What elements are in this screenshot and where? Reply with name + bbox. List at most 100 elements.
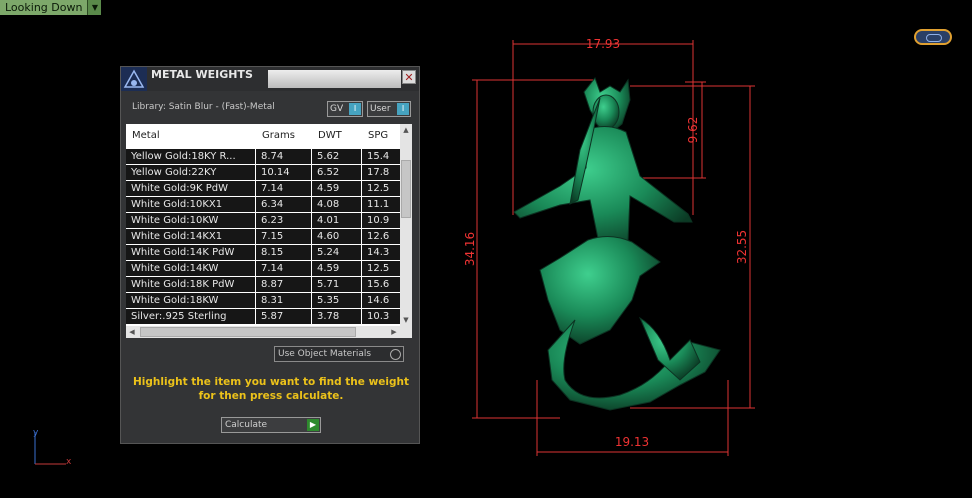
table-cell: White Gold:10KW	[126, 213, 255, 228]
use-object-materials-toggle[interactable]: Use Object Materials	[274, 346, 404, 362]
panel-title: METAL WEIGHTS	[151, 68, 253, 81]
dimension-upper-right: 9.62	[686, 117, 700, 144]
table-cell: 5.71	[312, 277, 361, 292]
toggle-user-label: User	[370, 104, 391, 114]
table-cell: Yellow Gold:22KY	[126, 165, 255, 180]
table-cell: 4.59	[312, 181, 361, 196]
table-row[interactable]: White Gold:14K PdW 8.15 5.24 14.3	[126, 245, 402, 261]
table-cell: 5.87	[256, 309, 311, 324]
table-cell: 8.87	[256, 277, 311, 292]
use-object-materials-label: Use Object Materials	[278, 349, 372, 359]
metal-weights-panel: METAL WEIGHTS ✕ Library: Satin Blur - (F…	[120, 66, 420, 444]
scroll-left-icon[interactable]: ◀	[126, 326, 138, 338]
title-bar[interactable]	[268, 70, 401, 88]
table-row[interactable]: Yellow Gold:18KY R... 8.74 5.62 15.4	[126, 149, 402, 165]
table-cell: 15.6	[362, 277, 402, 292]
toggle-knob-icon: I	[349, 103, 361, 115]
table-cell: 5.24	[312, 245, 361, 260]
table-cell: 8.74	[256, 149, 311, 164]
table-cell: 14.6	[362, 293, 402, 308]
table-cell: 10.9	[362, 213, 402, 228]
toggle-gv[interactable]: GV I	[327, 101, 363, 117]
table-cell: 4.01	[312, 213, 361, 228]
calculate-label: Calculate	[225, 420, 268, 430]
calculate-button[interactable]: Calculate ▶	[221, 417, 321, 433]
table-cell: White Gold:14KX1	[126, 229, 255, 244]
table-cell: 7.14	[256, 261, 311, 276]
toggle-user[interactable]: User I	[367, 101, 411, 117]
col-header-grams[interactable]: Grams	[256, 124, 312, 148]
table-cell: 8.15	[256, 245, 311, 260]
table-header: Metal Grams DWT SPG	[126, 124, 412, 148]
table-cell: White Gold:18K PdW	[126, 277, 255, 292]
table-cell: 10.3	[362, 309, 402, 324]
table-cell: White Gold:18KW	[126, 293, 255, 308]
table-cell: 6.23	[256, 213, 311, 228]
library-label: Library: Satin Blur - (Fast)-Metal	[132, 102, 275, 112]
table-cell: White Gold:9K PdW	[126, 181, 255, 196]
table-cell: 14.3	[362, 245, 402, 260]
view-selector[interactable]: Looking Down ▼	[0, 0, 102, 15]
table-cell: Yellow Gold:18KY R...	[126, 149, 255, 164]
model-viewport[interactable]: 17.93 9.62 34.16 32.55 19.13	[440, 30, 770, 460]
metal-table[interactable]: Metal Grams DWT SPG Yellow Gold:18KY R..…	[126, 124, 412, 338]
table-cell: 12.5	[362, 181, 402, 196]
instructions-line-1: Highlight the item you want to find the …	[133, 376, 409, 388]
instructions-text: Highlight the item you want to find the …	[131, 375, 411, 403]
view-label[interactable]: Looking Down	[0, 0, 88, 15]
logo-badge-icon	[914, 29, 952, 45]
col-header-spg[interactable]: SPG	[362, 124, 402, 148]
table-cell: 3.78	[312, 309, 361, 324]
col-header-dwt[interactable]: DWT	[312, 124, 362, 148]
table-cell: 6.52	[312, 165, 361, 180]
table-row[interactable]: White Gold:18KW 8.31 5.35 14.6	[126, 293, 402, 309]
chevron-down-icon[interactable]: ▼	[87, 0, 102, 15]
table-row[interactable]: White Gold:14KX1 7.15 4.60 12.6	[126, 229, 402, 245]
table-row[interactable]: White Gold:9K PdW 7.14 4.59 12.5	[126, 181, 402, 197]
table-cell: 7.15	[256, 229, 311, 244]
table-cell: 15.4	[362, 149, 402, 164]
close-button[interactable]: ✕	[402, 70, 416, 84]
table-row[interactable]: White Gold:18K PdW 8.87 5.71 15.6	[126, 277, 402, 293]
dimension-bottom: 19.13	[615, 435, 649, 449]
table-cell: 7.14	[256, 181, 311, 196]
table-cell: 10.14	[256, 165, 311, 180]
table-cell: 8.31	[256, 293, 311, 308]
table-horizontal-scrollbar[interactable]: ◀ ▶	[126, 326, 400, 338]
table-row[interactable]: Yellow Gold:22KY 10.14 6.52 17.8	[126, 165, 402, 181]
axis-x-label: x	[66, 457, 72, 467]
table-row[interactable]: White Gold:10KW 6.23 4.01 10.9	[126, 213, 402, 229]
dimension-top: 17.93	[586, 37, 620, 51]
table-cell: 5.35	[312, 293, 361, 308]
table-cell: White Gold:14K PdW	[126, 245, 255, 260]
table-cell: 6.34	[256, 197, 311, 212]
dimension-left: 34.16	[463, 232, 477, 266]
table-cell: White Gold:14KW	[126, 261, 255, 276]
radio-icon	[390, 349, 401, 360]
axis-y-label: y	[33, 428, 39, 438]
table-cell: Silver:.925 Sterling	[126, 309, 255, 324]
table-vertical-scrollbar[interactable]: ▲ ▼	[400, 124, 412, 338]
table-cell: 4.59	[312, 261, 361, 276]
table-cell: 17.8	[362, 165, 402, 180]
table-cell: 5.62	[312, 149, 361, 164]
instructions-line-2: for then press calculate.	[198, 390, 344, 402]
table-cell: 4.60	[312, 229, 361, 244]
scroll-down-icon[interactable]: ▼	[400, 314, 412, 326]
table-cell: 11.1	[362, 197, 402, 212]
toggle-knob-icon: I	[397, 103, 409, 115]
toggle-gv-label: GV	[330, 104, 344, 114]
table-cell: White Gold:10KX1	[126, 197, 255, 212]
table-row[interactable]: White Gold:10KX1 6.34 4.08 11.1	[126, 197, 402, 213]
table-cell: 12.6	[362, 229, 402, 244]
play-icon: ▶	[307, 419, 319, 431]
table-cell: 4.08	[312, 197, 361, 212]
scroll-up-icon[interactable]: ▲	[400, 124, 412, 136]
col-header-metal[interactable]: Metal	[126, 124, 256, 148]
table-cell: 12.5	[362, 261, 402, 276]
scroll-right-icon[interactable]: ▶	[388, 326, 400, 338]
table-row[interactable]: White Gold:14KW 7.14 4.59 12.5	[126, 261, 402, 277]
dimension-right: 32.55	[735, 230, 749, 264]
app-logo-icon	[121, 67, 147, 91]
table-row[interactable]: Silver:.925 Sterling 5.87 3.78 10.3	[126, 309, 402, 325]
